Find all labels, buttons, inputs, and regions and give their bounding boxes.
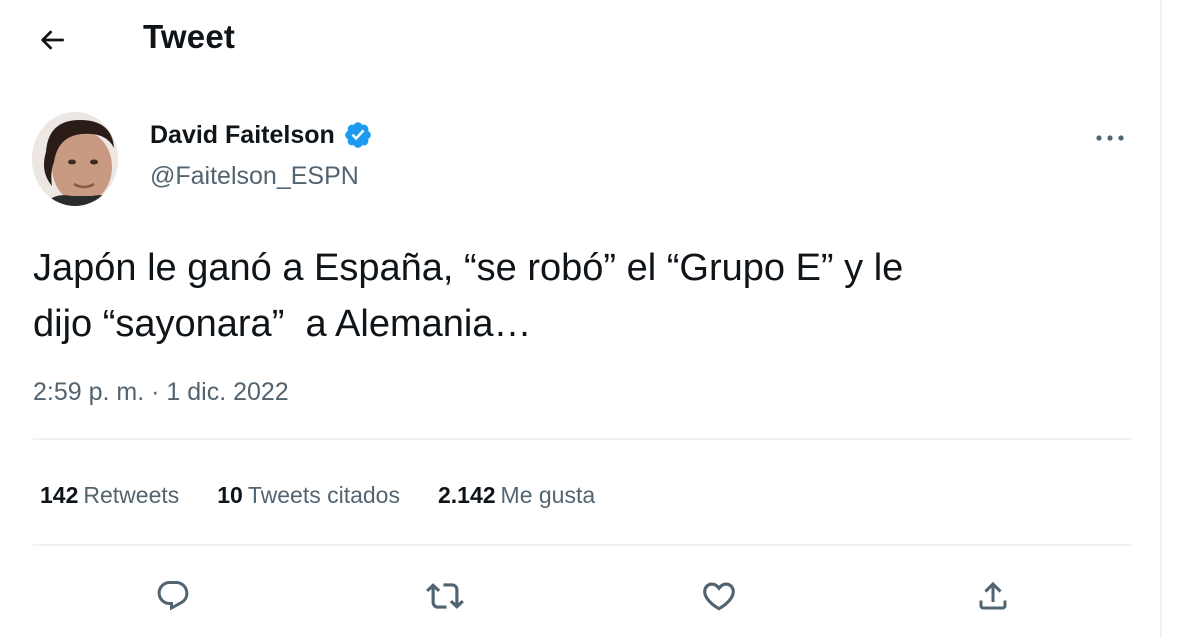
verified-badge-icon (344, 122, 371, 148)
share-icon (979, 581, 1007, 610)
tweet-text: Japón le ganó a España, “se robó” el “Gr… (33, 247, 904, 345)
likes-count: 2.142 (437, 482, 496, 508)
divider-top (33, 438, 1131, 440)
quotes-label: Tweets citados (247, 482, 400, 508)
tweet-actions (33, 570, 1131, 622)
divider-bottom (33, 544, 1131, 546)
retweets-stat[interactable]: 142 Retweets (40, 482, 179, 509)
header: Tweet (0, 0, 1160, 80)
column-border (1160, 0, 1162, 638)
author-name[interactable]: David Faitelson (150, 121, 335, 150)
retweet-button[interactable] (423, 570, 467, 622)
likes-stat[interactable]: 2.142 Me gusta (438, 482, 595, 509)
avatar-photo-icon (32, 112, 118, 206)
back-button[interactable] (30, 20, 74, 60)
retweet-icon (426, 583, 464, 609)
tweet-timestamp[interactable]: 2:59 p. m. · 1 dic. 2022 (33, 378, 289, 407)
reply-button[interactable] (151, 570, 195, 622)
likes-label: Me gusta (500, 482, 596, 508)
like-button[interactable] (697, 570, 741, 622)
arrow-left-icon (41, 30, 64, 50)
avatar[interactable] (32, 112, 118, 206)
more-horizontal-icon (1096, 135, 1124, 141)
author-handle[interactable]: @Faitelson_ESPN (150, 162, 359, 191)
reply-icon (157, 581, 189, 611)
more-options-button[interactable] (1088, 122, 1132, 154)
retweets-count: 142 (40, 482, 79, 508)
page-title: Tweet (143, 18, 236, 55)
engagement-stats: 142 Retweets 10 Tweets citados 2.142 Me gus… (40, 482, 633, 509)
quotes-count: 10 (217, 482, 243, 508)
like-icon (703, 582, 735, 611)
author-name-row[interactable]: David Faitelson (150, 120, 373, 150)
retweets-label: Retweets (83, 482, 180, 508)
share-button[interactable] (971, 570, 1015, 622)
tweet-page: Tweet David Faitelson @Faitelson_ESPN Ja… (0, 0, 1200, 638)
quote-tweets-stat[interactable]: 10 Tweets citados (217, 482, 400, 509)
